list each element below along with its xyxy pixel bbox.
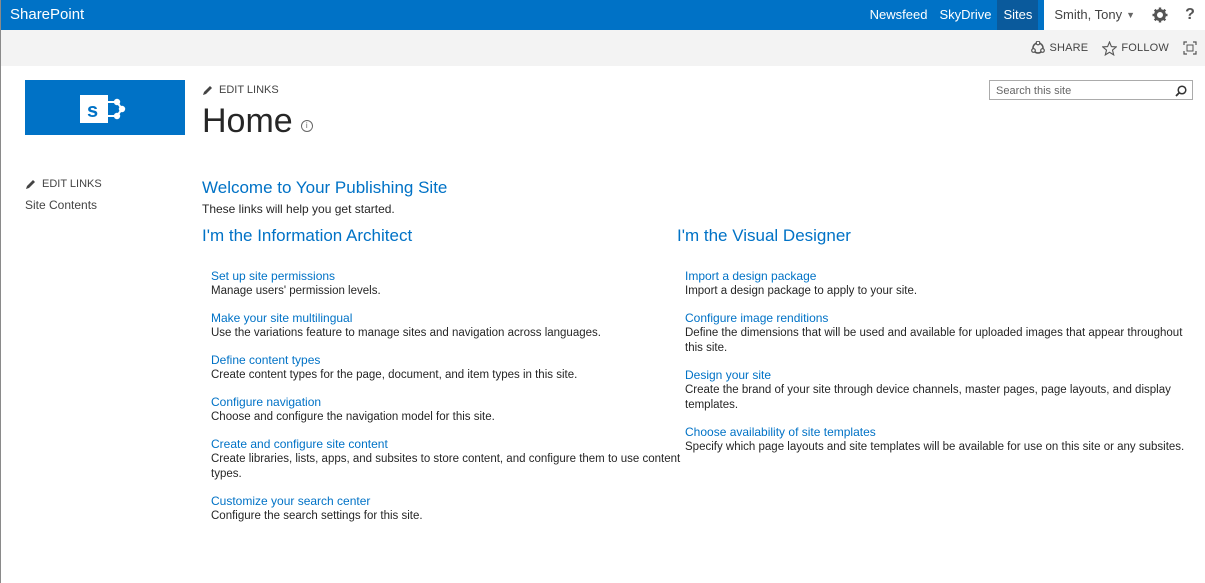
suite-link-newsfeed[interactable]: Newsfeed xyxy=(864,0,934,30)
link-description: Use the variations feature to manage sit… xyxy=(211,327,601,339)
list-item: Import a design package Import a design … xyxy=(685,269,1190,299)
configure-image-renditions-link[interactable]: Configure image renditions xyxy=(685,311,1190,326)
page-title-text: Home xyxy=(202,102,293,140)
focus-on-content-button[interactable] xyxy=(1183,41,1197,55)
import-design-package-link[interactable]: Import a design package xyxy=(685,269,1190,284)
share-label: SHARE xyxy=(1049,42,1089,54)
star-icon xyxy=(1102,40,1118,56)
list-item: Configure image renditions Define the di… xyxy=(685,311,1190,356)
intro-text: These links will help you get started. xyxy=(202,202,395,216)
nav-item-site-contents[interactable]: Site Contents xyxy=(25,198,102,212)
create-site-content-link[interactable]: Create and configure site content xyxy=(211,437,681,452)
site-logo[interactable]: s xyxy=(25,80,185,135)
ribbon: SHARE FOLLOW xyxy=(1,30,1205,66)
gear-icon[interactable] xyxy=(1145,0,1175,30)
ribbon-actions: SHARE FOLLOW xyxy=(1031,30,1205,66)
link-description: Create the brand of your site through de… xyxy=(685,384,1171,411)
edit-links-left[interactable]: EDIT LINKS xyxy=(25,178,102,190)
link-description: Import a design package to apply to your… xyxy=(685,285,918,297)
follow-label: FOLLOW xyxy=(1121,42,1169,54)
list-item: Make your site multilingual Use the vari… xyxy=(211,311,681,341)
search-box xyxy=(989,80,1193,100)
user-menu[interactable]: Smith, Tony ▼ xyxy=(1044,0,1145,30)
edit-links-label: EDIT LINKS xyxy=(42,178,102,190)
suite-nav: Newsfeed SkyDrive Sites Smith, Tony ▼ ? xyxy=(864,0,1205,30)
designer-links: Import a design package Import a design … xyxy=(685,269,1190,467)
configure-navigation-link[interactable]: Configure navigation xyxy=(211,395,681,410)
make-multilingual-link[interactable]: Make your site multilingual xyxy=(211,311,681,326)
list-item: Create and configure site content Create… xyxy=(211,437,681,482)
list-item: Customize your search center Configure t… xyxy=(211,494,681,524)
set-up-permissions-link[interactable]: Set up site permissions xyxy=(211,269,681,284)
sharepoint-logo-icon: s xyxy=(80,95,126,123)
design-your-site-link[interactable]: Design your site xyxy=(685,368,1190,383)
list-item: Set up site permissions Manage users' pe… xyxy=(211,269,681,299)
link-description: Configure the search settings for this s… xyxy=(211,510,423,522)
list-item: Design your site Create the brand of you… xyxy=(685,368,1190,413)
follow-button[interactable]: FOLLOW xyxy=(1102,40,1169,56)
share-icon xyxy=(1031,41,1046,54)
left-nav: EDIT LINKS Site Contents xyxy=(25,178,102,212)
link-description: Specify which page layouts and site temp… xyxy=(685,441,1185,453)
pencil-icon xyxy=(203,85,212,95)
suite-link-sites[interactable]: Sites xyxy=(997,0,1039,30)
welcome-heading: Welcome to Your Publishing Site xyxy=(202,178,448,197)
customize-search-center-link[interactable]: Customize your search center xyxy=(211,494,681,509)
search-icon[interactable] xyxy=(1175,84,1187,102)
focus-icon xyxy=(1183,41,1197,55)
info-icon[interactable]: i xyxy=(300,120,313,132)
define-content-types-link[interactable]: Define content types xyxy=(211,353,681,368)
designer-heading: I'm the Visual Designer xyxy=(677,226,851,245)
site-templates-availability-link[interactable]: Choose availability of site templates xyxy=(685,425,1190,440)
link-description: Define the dimensions that will be used … xyxy=(685,327,1183,354)
link-description: Create libraries, lists, apps, and subsi… xyxy=(211,453,681,480)
link-description: Create content types for the page, docum… xyxy=(211,369,578,381)
architect-heading: I'm the Information Architect xyxy=(202,226,413,245)
list-item: Define content types Create content type… xyxy=(211,353,681,383)
share-button[interactable]: SHARE xyxy=(1031,41,1088,55)
help-icon[interactable]: ? xyxy=(1175,0,1205,30)
link-description: Choose and configure the navigation mode… xyxy=(211,411,495,423)
sharepoint-brand-link[interactable]: SharePoint xyxy=(10,6,84,23)
chevron-down-icon: ▼ xyxy=(1126,10,1135,20)
pencil-icon xyxy=(26,179,35,189)
list-item: Configure navigation Choose and configur… xyxy=(211,395,681,425)
edit-links-top[interactable]: EDIT LINKS xyxy=(202,84,279,96)
svg-text:s: s xyxy=(87,100,98,122)
architect-links: Set up site permissions Manage users' pe… xyxy=(211,269,681,536)
suite-link-skydrive[interactable]: SkyDrive xyxy=(933,0,997,30)
list-item: Choose availability of site templates Sp… xyxy=(685,425,1190,455)
page-title: Home i xyxy=(202,102,313,141)
user-name: Smith, Tony xyxy=(1054,7,1123,22)
search-input[interactable] xyxy=(990,82,1178,100)
edit-links-label: EDIT LINKS xyxy=(219,84,279,96)
link-description: Manage users' permission levels. xyxy=(211,285,381,297)
suite-bar: SharePoint Newsfeed SkyDrive Sites Smith… xyxy=(1,0,1205,30)
